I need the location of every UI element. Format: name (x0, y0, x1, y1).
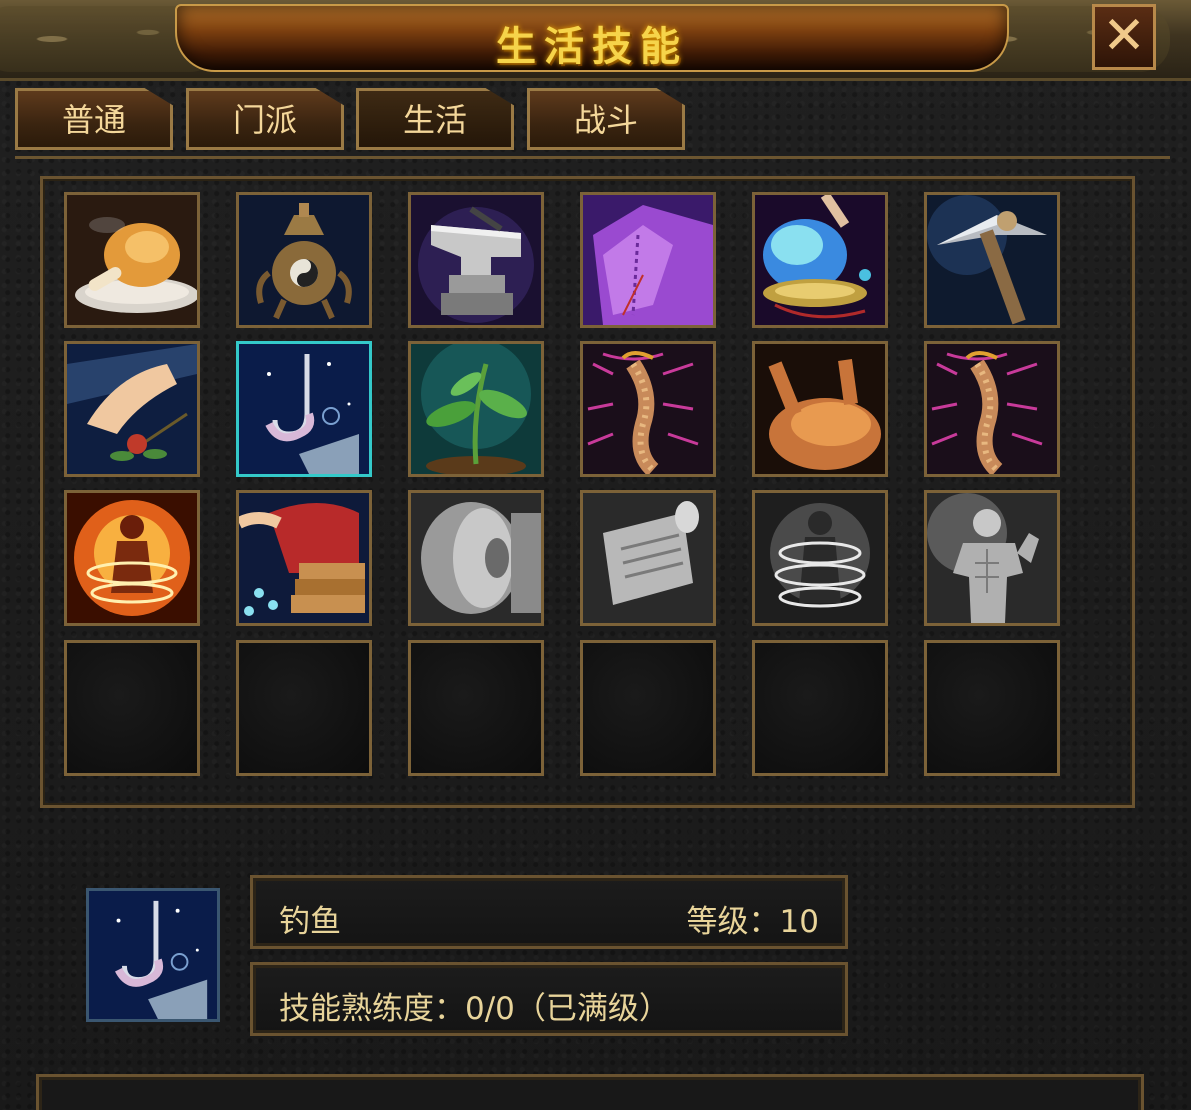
fishing-hook-icon (239, 344, 369, 474)
tab-divider (15, 156, 1170, 159)
empty-skill-slot (752, 640, 888, 776)
scroll-icon (583, 493, 713, 623)
anvil-icon (411, 195, 541, 325)
skill-slot-roast-chicken[interactable] (752, 341, 888, 477)
life-skills-window: 生活技能 ✕ 普通 门派 生活 战斗 钓鱼 等级：10 技能熟练度：0/0（已满… (0, 0, 1191, 1110)
herb-picking-icon (67, 344, 197, 474)
skill-slot-farming[interactable] (408, 341, 544, 477)
roast-chicken-icon (755, 344, 885, 474)
alchemy-flask-icon (755, 195, 885, 325)
aura-body-icon (755, 493, 885, 623)
skill-slot-grinding[interactable] (408, 490, 544, 626)
skill-slot-fire-body[interactable] (64, 490, 200, 626)
skill-slot-smithing[interactable] (408, 192, 544, 328)
selected-skill-icon (86, 888, 220, 1022)
bronze-censer-icon (239, 195, 369, 325)
skill-slot-herbalism[interactable] (64, 341, 200, 477)
purple-robe-icon (583, 195, 713, 325)
whetstone-icon (411, 493, 541, 623)
skill-slot-tailoring[interactable] (236, 490, 372, 626)
title-banner: 生活技能 (175, 4, 1009, 72)
empty-skill-slot (408, 640, 544, 776)
centipede-icon (583, 344, 713, 474)
roast-chicken-leg-icon (67, 195, 197, 325)
sprout-icon (411, 344, 541, 474)
empty-skill-slot (236, 640, 372, 776)
skill-level: 等级：10 (686, 904, 819, 940)
title-bar: 生活技能 ✕ (0, 0, 1191, 81)
tailoring-icon (239, 493, 369, 623)
tab-combat[interactable]: 战斗 (527, 88, 685, 150)
skill-slot-tailoring-robe[interactable] (580, 192, 716, 328)
skill-slot-physique[interactable] (924, 490, 1060, 626)
skill-slot-insect-a[interactable] (580, 341, 716, 477)
skill-slot-mining[interactable] (924, 192, 1060, 328)
skill-name-level-box: 钓鱼 等级：10 (250, 875, 848, 949)
skill-slot-fishing[interactable] (236, 341, 372, 477)
close-button[interactable]: ✕ (1092, 4, 1156, 70)
skill-proficiency-box: 技能熟练度：0/0（已满级） (250, 962, 848, 1036)
skill-proficiency: 技能熟练度：0/0（已满级） (279, 991, 670, 1027)
skill-slot-scroll[interactable] (580, 490, 716, 626)
fishing-hook-icon (89, 891, 217, 1019)
skill-slot-censer[interactable] (236, 192, 372, 328)
description-panel (36, 1074, 1144, 1110)
empty-skill-slot (924, 640, 1060, 776)
tab-sect[interactable]: 门派 (186, 88, 344, 150)
skill-slot-insect-b[interactable] (924, 341, 1060, 477)
skill-slot-cooking[interactable] (64, 192, 200, 328)
pickaxe-icon (927, 195, 1057, 325)
window-title: 生活技能 (496, 24, 688, 70)
skill-slot-alchemy[interactable] (752, 192, 888, 328)
skill-slot-aura-body[interactable] (752, 490, 888, 626)
muscle-man-icon (927, 493, 1057, 623)
empty-skill-slot (580, 640, 716, 776)
empty-skill-slot (64, 640, 200, 776)
skill-name: 钓鱼 (279, 904, 341, 940)
centipede-icon (927, 344, 1057, 474)
tab-life[interactable]: 生活 (356, 88, 514, 150)
close-icon: ✕ (1102, 6, 1146, 66)
tab-general[interactable]: 普通 (15, 88, 173, 150)
fiery-aura-body-icon (67, 493, 197, 623)
